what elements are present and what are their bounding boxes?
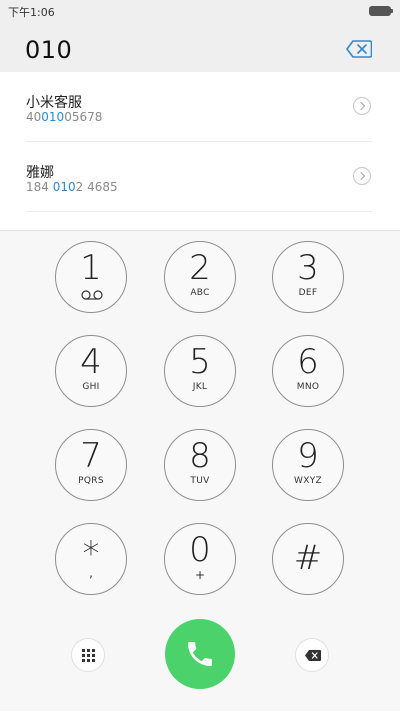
key-letters: + — [194, 568, 206, 582]
key-digit: 0 — [189, 530, 211, 570]
contact-name: 雅娜 — [26, 165, 54, 181]
number-prefix: 40 — [26, 110, 42, 124]
key-8[interactable]: 8 TUV — [164, 429, 236, 501]
contact-results: 小米客服 4001005678 雅娜 184 0102 4685 — [0, 72, 400, 231]
key-letters: JKL — [192, 382, 208, 392]
number-match: 010 — [52, 180, 76, 194]
contact-number: 4001005678 — [26, 110, 102, 124]
key-digit: 6 — [297, 342, 319, 382]
dialer-actions — [0, 611, 400, 711]
key-9[interactable]: 9 WXYZ — [272, 429, 344, 501]
key-hash[interactable]: # — [272, 523, 344, 595]
contact-row[interactable]: 小米客服 4001005678 — [0, 72, 400, 142]
phone-icon — [188, 642, 212, 666]
number-prefix: 184 — [26, 180, 53, 194]
divider — [26, 211, 372, 212]
key-digit: 1 — [80, 248, 102, 288]
status-bar: 下午1:06 — [0, 0, 400, 22]
key-digit: # — [293, 538, 323, 578]
keypad: 1 2 ABC 3 DEF 4 GHI 5 JKL 6 MNO 7 PQRS 8… — [0, 231, 400, 611]
key-letters: WXYZ — [294, 476, 322, 486]
voicemail-icon — [81, 290, 103, 300]
key-star[interactable]: * , — [55, 523, 127, 595]
key-6[interactable]: 6 MNO — [272, 335, 344, 407]
chevron-right-icon[interactable] — [353, 167, 371, 185]
keypad-grid-icon — [82, 649, 95, 662]
key-digit: 7 — [80, 436, 102, 476]
key-digit: 4 — [80, 342, 102, 382]
number-match: 010 — [41, 110, 65, 124]
key-0[interactable]: 0 + — [164, 523, 236, 595]
key-3[interactable]: 3 DEF — [272, 241, 344, 313]
key-letters: , — [89, 566, 93, 580]
battery-icon — [369, 6, 393, 16]
key-2[interactable]: 2 ABC — [164, 241, 236, 313]
backspace-icon — [305, 650, 321, 661]
key-digit: 2 — [189, 248, 211, 288]
key-5[interactable]: 5 JKL — [164, 335, 236, 407]
chevron-right-icon[interactable] — [353, 97, 371, 115]
contact-row[interactable]: 雅娜 184 0102 4685 — [0, 142, 400, 212]
key-digit: 3 — [297, 248, 319, 288]
backspace-icon[interactable] — [346, 40, 372, 58]
contact-name: 小米客服 — [26, 95, 82, 111]
status-time: 下午1:06 — [8, 6, 55, 19]
call-button[interactable] — [165, 619, 235, 689]
key-letters: TUV — [190, 476, 210, 486]
key-7[interactable]: 7 PQRS — [55, 429, 127, 501]
number-suffix: 2 4685 — [75, 180, 118, 194]
key-letters: DEF — [298, 288, 318, 298]
keypad-toggle-button[interactable] — [71, 638, 105, 672]
delete-button[interactable] — [295, 638, 329, 672]
key-letters: MNO — [296, 382, 320, 392]
key-letters: GHI — [82, 382, 100, 392]
key-digit: 8 — [189, 436, 211, 476]
key-4[interactable]: 4 GHI — [55, 335, 127, 407]
number-suffix: 05678 — [64, 110, 103, 124]
key-digit: 5 — [189, 342, 211, 382]
dialed-number: 010 — [25, 36, 73, 64]
key-letters: PQRS — [78, 476, 104, 486]
key-letters: ABC — [190, 288, 210, 298]
dialer-header: 010 — [0, 22, 400, 72]
contact-number: 184 0102 4685 — [26, 180, 118, 194]
key-1[interactable]: 1 — [55, 241, 127, 313]
key-digit: 9 — [297, 436, 319, 476]
